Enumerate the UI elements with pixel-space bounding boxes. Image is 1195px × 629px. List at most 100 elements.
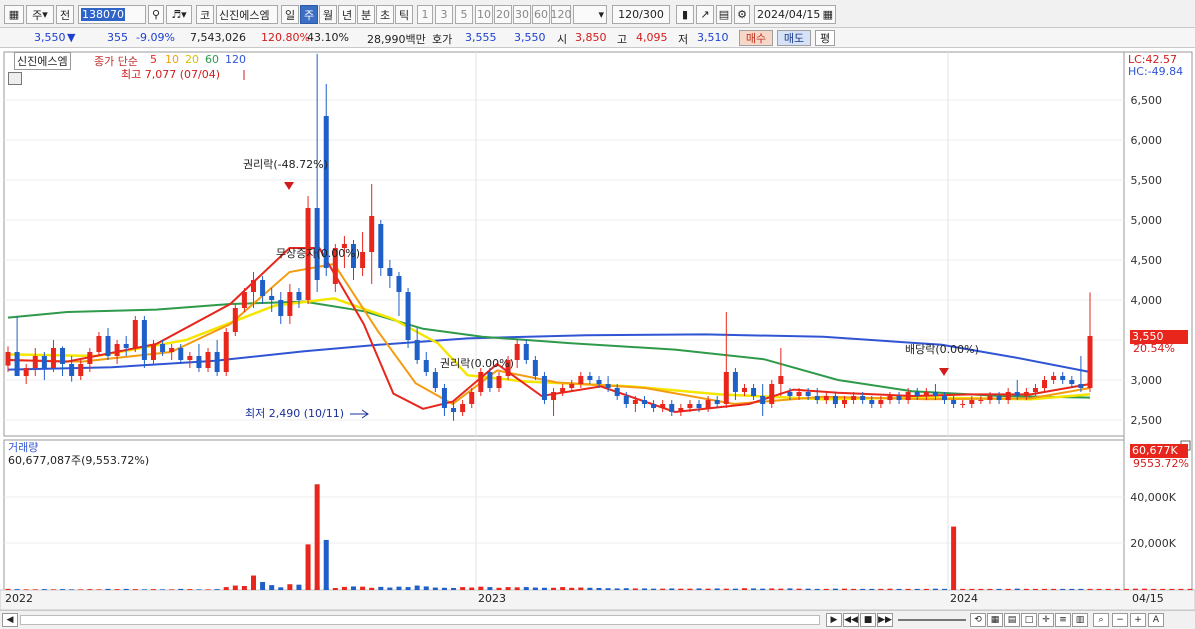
volume-bar	[1051, 588, 1057, 590]
sell-button[interactable]: 매도	[777, 30, 811, 46]
interval-20[interactable]: 20	[494, 5, 512, 24]
volume-bar	[332, 587, 338, 590]
candle-body	[787, 392, 793, 396]
save-icon[interactable]: ▤	[716, 5, 732, 24]
window-icon[interactable]: □	[1021, 613, 1037, 627]
period-month[interactable]: 월	[319, 5, 337, 24]
volume-bar	[578, 587, 584, 590]
candle-body	[896, 396, 902, 400]
volume-bar	[1142, 588, 1148, 590]
interval-5[interactable]: 5	[455, 5, 473, 24]
volume-bar	[796, 588, 802, 590]
period-minute[interactable]: 분	[357, 5, 375, 24]
volume-bar	[132, 589, 138, 590]
candle-body	[960, 404, 966, 405]
last-price-pct: 20.54%	[1133, 342, 1175, 355]
volume-bar	[469, 587, 475, 590]
volume-bar	[523, 587, 529, 590]
period-tick[interactable]: 틱	[395, 5, 413, 24]
candle-body	[541, 376, 547, 400]
market-select-value: 주	[32, 8, 43, 22]
forward-icon[interactable]: ▶▶	[877, 613, 893, 627]
volume-bar	[341, 586, 347, 590]
arrange-icon[interactable]: ≡	[1055, 613, 1071, 627]
search-icon[interactable]: ⚲	[148, 5, 164, 24]
period-week[interactable]: 주	[300, 5, 318, 24]
zoom-slider[interactable]	[898, 619, 966, 621]
x-current-date: 04/15	[1132, 592, 1164, 605]
candle-type-icon[interactable]: ▮	[676, 5, 694, 24]
count-field[interactable]: 120/300	[612, 5, 670, 24]
toolbar: ▦ 주 ▾ 전 138070 ⚲ ♬▾ 코 신진에스엠 일 주 월 년 분 초 틱…	[0, 0, 1195, 28]
stock-chart[interactable]: 2,5003,0003,5004,0004,5005,0005,5006,000…	[0, 48, 1195, 616]
reset-icon[interactable]: ⟲	[970, 613, 986, 627]
hc-value: HC:-49.84	[1128, 65, 1184, 78]
find-icon[interactable]: ⌕	[1093, 613, 1109, 627]
period-day[interactable]: 일	[281, 5, 299, 24]
interval-1[interactable]: 1	[417, 5, 433, 24]
volume-bar	[696, 588, 702, 590]
interval-60[interactable]: 60	[532, 5, 550, 24]
gear-icon[interactable]: ⚙	[734, 5, 750, 24]
volume-bar	[651, 588, 657, 590]
candle-body	[1060, 376, 1066, 380]
interval-10[interactable]: 10	[475, 5, 493, 24]
candle-body	[869, 400, 875, 404]
volume-bar	[105, 588, 111, 590]
prev-button[interactable]: 전	[56, 5, 74, 24]
tile-icon[interactable]: ▥	[1072, 613, 1088, 627]
scroll-track[interactable]	[20, 615, 820, 625]
down-arrow-icon: ▼	[67, 31, 76, 44]
candle-body	[460, 404, 466, 412]
interval-120[interactable]: 120	[551, 5, 572, 24]
candle-body	[705, 400, 711, 408]
interval-3[interactable]: 3	[435, 5, 453, 24]
volume-bar	[460, 587, 466, 590]
candle-body	[678, 408, 684, 412]
chart-settings-icon[interactable]: ▦	[4, 5, 24, 24]
code-kind-button[interactable]: 코	[196, 5, 214, 24]
volume-bar	[369, 587, 375, 590]
low-annotation: 최저 2,490 (10/11)	[245, 407, 345, 420]
draw-tool-icon[interactable]: ↗	[696, 5, 714, 24]
scroll-bar[interactable]: ◀ ▶ ◀◀ ■ ▶▶ ⟲ ▦ ▤ □ ✛ ≡ ▥ ⌕ − + A	[0, 610, 1195, 629]
crosshair-icon[interactable]: ✛	[1038, 613, 1054, 627]
price-tick-label: 4,500	[1131, 254, 1163, 267]
date-field[interactable]: 2024/04/15 ▦	[754, 5, 836, 24]
stop-icon[interactable]: ■	[860, 613, 876, 627]
buy-button[interactable]: 매수	[739, 30, 773, 46]
candle-body	[478, 372, 484, 392]
interval-dropdown[interactable]: ▾	[573, 5, 607, 24]
candle-body	[651, 404, 657, 408]
scroll-right-icon[interactable]: ▶	[826, 613, 842, 627]
candle-body	[387, 268, 393, 276]
volume-bar	[705, 588, 711, 590]
candle-body	[78, 364, 84, 376]
ask-price: 3,555	[465, 31, 497, 44]
volume-bar	[14, 589, 20, 590]
candle-body	[41, 356, 47, 368]
rewind-icon[interactable]: ◀◀	[843, 613, 859, 627]
candle-body	[614, 388, 620, 396]
scroll-left-icon[interactable]: ◀	[2, 613, 18, 627]
zoom-in-icon[interactable]: +	[1130, 613, 1146, 627]
x-label-2022: 2022	[5, 592, 33, 605]
font-size-icon[interactable]: A	[1148, 613, 1164, 627]
market-select[interactable]: 주 ▾	[26, 5, 54, 24]
open-price: 3,850	[575, 31, 607, 44]
speaker-icon[interactable]: ♬▾	[166, 5, 192, 24]
period-second[interactable]: 초	[376, 5, 394, 24]
period-year[interactable]: 년	[338, 5, 356, 24]
volume-spike-bar	[314, 484, 320, 590]
eval-button[interactable]: 평	[815, 30, 835, 46]
interval-30[interactable]: 30	[513, 5, 531, 24]
volume-bar	[505, 587, 511, 590]
volume-bar	[441, 587, 447, 590]
stock-code-input[interactable]: 138070	[78, 5, 146, 24]
grid-icon[interactable]: ▦	[987, 613, 1003, 627]
table-icon[interactable]	[8, 72, 22, 85]
zoom-out-icon[interactable]: −	[1112, 613, 1128, 627]
volume-bar	[187, 589, 193, 590]
volume-bar	[632, 588, 638, 590]
layout-icon[interactable]: ▤	[1004, 613, 1020, 627]
